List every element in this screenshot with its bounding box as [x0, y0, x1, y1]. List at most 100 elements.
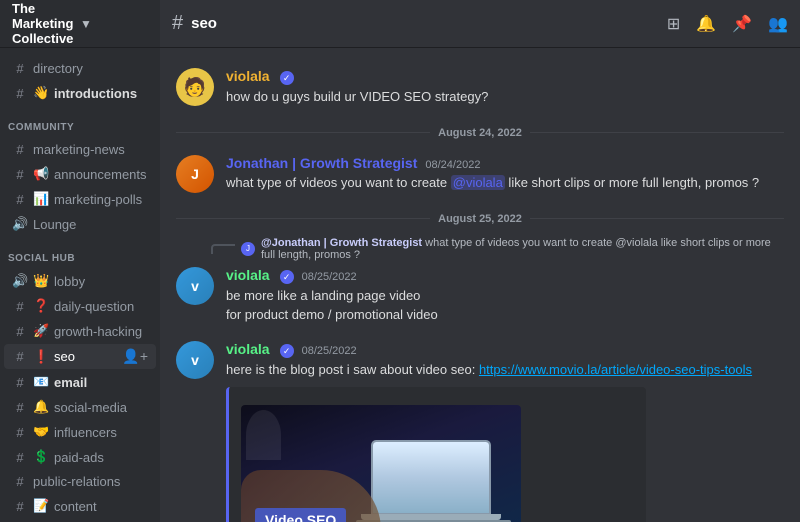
- question-icon: ❓: [33, 298, 49, 314]
- channel-label-announcements: announcements: [54, 167, 148, 182]
- sidebar-item-growth-hacking[interactable]: # 🚀 growth-hacking: [4, 319, 156, 343]
- avatar: v: [176, 341, 214, 379]
- social-hub-section-label: Social Hub: [0, 237, 160, 268]
- hash-icon: #: [12, 499, 28, 514]
- sidebar-item-directory[interactable]: # directory: [4, 57, 156, 80]
- hash-icon[interactable]: ⊞: [667, 14, 680, 34]
- date-divider: August 25, 2022: [176, 213, 784, 225]
- person-silhouette: [246, 410, 281, 460]
- verified-icon: ✓: [280, 344, 294, 358]
- message-header: Jonathan | Growth Strategist 08/24/2022: [226, 155, 784, 171]
- sidebar-item-public-relations[interactable]: # public-relations: [4, 470, 156, 493]
- sidebar-item-seo[interactable]: # ❗ seo 👤+: [4, 344, 156, 369]
- social-hub-section: 🔊 👑 lobby # ❓ daily-question # 🚀 growth-…: [0, 268, 160, 522]
- video-seo-label: Video SEO: [255, 508, 346, 522]
- mention: @violala: [615, 237, 657, 249]
- channel-label-influencers: influencers: [54, 425, 148, 440]
- channel-info: # seo: [160, 12, 667, 35]
- sidebar-item-lounge[interactable]: 🔊 Lounge: [4, 212, 156, 236]
- hash-icon: #: [12, 425, 28, 440]
- channel-label-paid-ads: paid-ads: [54, 450, 148, 465]
- header-actions: ⊞ 🔔 📌 👥: [667, 14, 800, 34]
- mention: @violala: [451, 175, 505, 190]
- add-member-icon[interactable]: 👤+: [122, 348, 148, 365]
- message-with-reply: J @Jonathan | Growth Strategist what typ…: [176, 237, 784, 333]
- sidebar-item-content[interactable]: # 📝 content: [4, 494, 156, 518]
- channel-label-lobby: lobby: [54, 274, 148, 289]
- notification-icon[interactable]: 🔔: [696, 14, 716, 34]
- email-icon: 📧: [33, 374, 49, 390]
- channel-header: # seo ⊞ 🔔 📌 👥: [160, 0, 800, 48]
- message-item: 🧑 violala ✓ how do u guys build ur VIDEO…: [176, 64, 784, 111]
- poll-icon: 📊: [33, 191, 49, 207]
- reply-text: @Jonathan | Growth Strategist what type …: [261, 237, 784, 261]
- hash-icon: #: [12, 167, 28, 182]
- sidebar: # directory # 👋 introductions Community …: [0, 48, 160, 522]
- pencil-icon: 📝: [33, 498, 49, 514]
- channel-label-social-media: social-media: [54, 400, 148, 415]
- reply-connector: [211, 244, 235, 254]
- message-list: 🧑 violala ✓ how do u guys build ur VIDEO…: [160, 48, 800, 522]
- avatar: 🧑: [176, 68, 214, 106]
- hash-icon: #: [12, 192, 28, 207]
- sidebar-item-influencers[interactable]: # 🤝 influencers: [4, 420, 156, 444]
- embed-image: Video SEO: [241, 405, 521, 522]
- sidebar-item-lobby[interactable]: 🔊 👑 lobby: [4, 269, 156, 293]
- avatar: J: [176, 155, 214, 193]
- channel-label-seo: seo: [54, 349, 117, 364]
- divider-line: [530, 218, 784, 219]
- hash-icon: #: [12, 474, 28, 489]
- screen-content: [373, 442, 489, 513]
- sidebar-item-paid-ads[interactable]: # 💲 paid-ads: [4, 445, 156, 469]
- message-timestamp: 08/25/2022: [302, 271, 357, 283]
- message-body: Jonathan | Growth Strategist 08/24/2022 …: [226, 155, 784, 193]
- date-divider: August 24, 2022: [176, 127, 784, 139]
- channel-label-introductions: introductions: [54, 86, 148, 101]
- channel-label-public-relations: public-relations: [33, 474, 148, 489]
- handshake-icon: 🤝: [33, 424, 49, 440]
- bell-icon: 🔔: [33, 399, 49, 415]
- server-name: The Marketing Collective: [12, 1, 80, 46]
- blog-link[interactable]: https://www.movio.la/article/video-seo-t…: [479, 362, 752, 377]
- sidebar-item-marketing-news[interactable]: # marketing-news: [4, 138, 156, 161]
- message-text: here is the blog post i saw about video …: [226, 360, 784, 380]
- sidebar-item-social-media[interactable]: # 🔔 social-media: [4, 395, 156, 419]
- message-author: violala: [226, 267, 270, 283]
- message-timestamp: 08/25/2022: [302, 345, 357, 357]
- sidebar-item-announcements[interactable]: # 📢 announcements: [4, 162, 156, 186]
- server-chevron: ▼: [80, 17, 148, 31]
- sidebar-item-introductions[interactable]: # 👋 introductions: [4, 81, 156, 105]
- community-section: # marketing-news # 📢 announcements # 📊 m…: [0, 137, 160, 237]
- speaker-icon: 🔊: [12, 216, 28, 232]
- channel-label-lounge: Lounge: [33, 217, 148, 232]
- channel-hash-icon: #: [172, 12, 183, 35]
- channel-label-email: email: [54, 375, 148, 390]
- member-icon[interactable]: 👥: [768, 14, 788, 34]
- speaker-icon: 🔊: [12, 273, 28, 289]
- avatar: v: [176, 267, 214, 305]
- divider-line: [176, 218, 430, 219]
- wave-icon: 👋: [33, 85, 49, 101]
- message-item: v violala ✓ 08/25/2022 be more like a la…: [176, 263, 784, 329]
- channel-label-content: content: [54, 499, 148, 514]
- message-author: violala: [226, 341, 270, 357]
- message-body: violala ✓ 08/25/2022 be more like a land…: [226, 267, 784, 325]
- channel-label-directory: directory: [33, 61, 148, 76]
- sidebar-item-marketing-polls[interactable]: # 📊 marketing-polls: [4, 187, 156, 211]
- divider-line: [176, 132, 430, 133]
- pin-icon[interactable]: 📌: [732, 14, 752, 34]
- server-title[interactable]: The Marketing Collective ▼: [0, 0, 160, 48]
- sidebar-item-daily-question[interactable]: # ❓ daily-question: [4, 294, 156, 318]
- hash-icon: #: [12, 450, 28, 465]
- divider-text: August 24, 2022: [438, 127, 522, 139]
- message-text-continued: for product demo / promotional video: [226, 305, 784, 325]
- dollar-icon: 💲: [33, 449, 49, 465]
- message-item: J Jonathan | Growth Strategist 08/24/202…: [176, 151, 784, 197]
- crown-icon: 👑: [33, 273, 49, 289]
- message-item: v violala ✓ 08/25/2022 here is the blog …: [176, 337, 784, 522]
- message-author: violala: [226, 68, 270, 84]
- sidebar-item-email[interactable]: # 📧 email: [4, 370, 156, 394]
- message-header: violala ✓: [226, 68, 784, 85]
- channel-label-growth-hacking: growth-hacking: [54, 324, 148, 339]
- channel-label-daily-question: daily-question: [54, 299, 148, 314]
